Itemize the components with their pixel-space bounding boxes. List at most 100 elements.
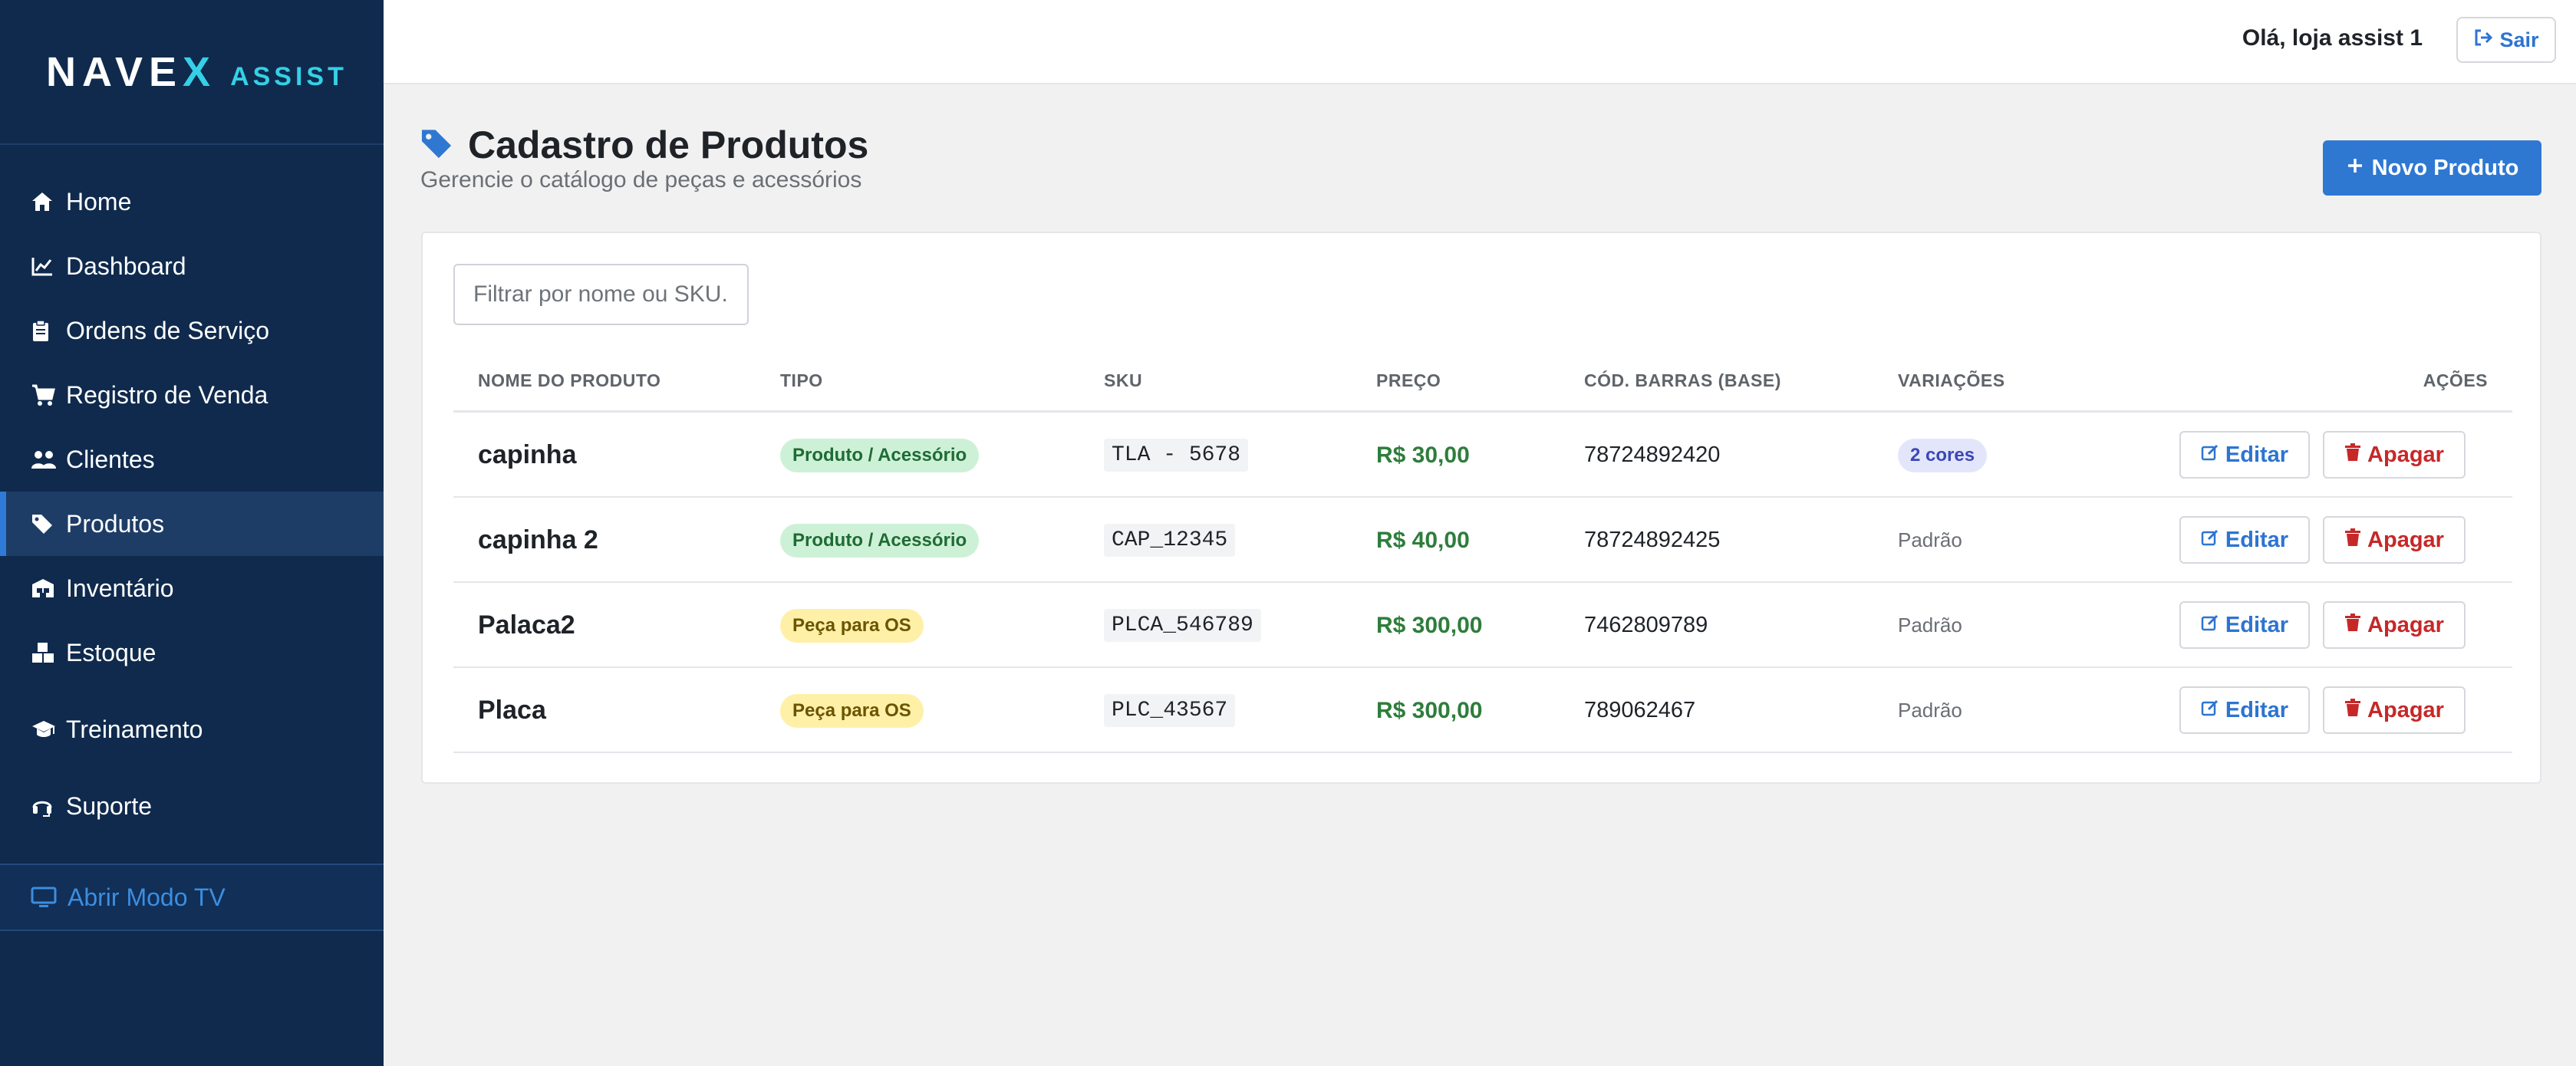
table-row: capinha 2 Produto / Acessório CAP_12345 … [453,498,2512,583]
table-row: Palaca2 Peça para OS PLCA_546789 R$ 300,… [453,583,2512,668]
product-name: Placa [478,696,546,725]
delete-button[interactable]: Apagar [2323,601,2466,649]
delete-button[interactable]: Apagar [2323,516,2466,564]
sidebar-item-ordens[interactable]: Ordens de Serviço [0,298,384,363]
table-row: capinha Produto / Acessório TLA - 5678 R… [453,413,2512,498]
edit-icon [2201,528,2219,553]
sidebar-item-estoque[interactable]: Estoque [0,620,384,685]
edit-icon [2201,613,2219,638]
sidebar-item-home[interactable]: Home [0,169,384,234]
sidebar-item-clientes[interactable]: Clientes [0,427,384,492]
sign-out-icon [2473,28,2493,52]
tag-icon [31,512,66,535]
sidebar-item-label: Produtos [66,509,165,538]
tag-icon [420,127,453,164]
sidebar-item-label: Estoque [66,638,156,666]
delete-label: Apagar [2367,527,2444,552]
sku-code: TLA - 5678 [1104,439,1249,472]
edit-icon [2201,443,2219,468]
sidebar: NAVEX ASSIST Home Dashboard Ordens de Se… [0,0,384,1066]
brand-name: NAVEX [46,48,217,95]
topbar: Olá, loja assist 1 Sair [384,0,2576,84]
barcode-value: 7462809789 [1584,613,1708,637]
users-icon [31,449,66,470]
sku-code: PLCA_546789 [1104,609,1261,642]
delete-label: Apagar [2367,442,2444,467]
column-header-name[interactable]: NOME DO PRODUTO [478,348,660,413]
sidebar-item-suporte[interactable]: Suporte [0,774,384,838]
sidebar-item-label: Ordens de Serviço [66,316,270,344]
delete-button[interactable]: Apagar [2323,686,2466,734]
logout-button[interactable]: Sair [2456,17,2556,63]
column-header-variations[interactable]: VARIAÇÕES [1898,348,2005,413]
sidebar-item-label: Home [66,187,132,216]
products-card: NOME DO PRODUTO TIPO SKU PREÇO CÓD. BARR… [421,232,2541,784]
sidebar-item-vendas[interactable]: Registro de Venda [0,363,384,427]
edit-label: Editar [2225,527,2289,552]
edit-icon [2201,698,2219,723]
trash-icon [2344,443,2361,468]
delete-label: Apagar [2367,697,2444,722]
new-product-label: Novo Produto [2371,155,2519,180]
sidebar-item-treinamento[interactable]: Treinamento [0,697,384,762]
table-header: NOME DO PRODUTO TIPO SKU PREÇO CÓD. BARR… [453,348,2512,413]
sidebar-item-inventario[interactable]: Inventário [0,556,384,620]
sidebar-item-label: Suporte [66,791,153,820]
edit-button[interactable]: Editar [2179,516,2310,564]
sidebar-item-label: Treinamento [66,715,203,743]
barcode-value: 789062467 [1584,698,1696,722]
edit-label: Editar [2225,612,2289,637]
type-badge: Produto / Acessório [780,438,980,472]
type-badge: Peça para OS [780,693,924,728]
cart-icon [31,383,66,406]
filter-input[interactable] [453,264,749,325]
variations-badge[interactable]: 2 cores [1898,438,1988,472]
sidebar-item-label: Registro de Venda [66,380,268,409]
trash-icon [2344,528,2361,553]
new-product-button[interactable]: Novo Produto [2323,140,2541,196]
variations-text: Padrão [1898,528,1962,551]
warehouse-icon [31,577,66,599]
sidebar-item-label: Dashboard [66,252,186,280]
column-header-sku[interactable]: SKU [1104,348,1142,413]
variations-text: Padrão [1898,614,1962,637]
trash-icon [2344,613,2361,638]
user-greeting: Olá, loja assist 1 [2242,25,2423,51]
sku-code: PLC_43567 [1104,694,1236,727]
edit-label: Editar [2225,697,2289,722]
price-value: R$ 300,00 [1376,697,1483,723]
app-root: NAVEX ASSIST Home Dashboard Ordens de Se… [0,0,2576,1066]
column-header-price[interactable]: PREÇO [1376,348,1441,413]
sidebar-item-label: Clientes [66,445,155,473]
tv-mode-label: Abrir Modo TV [68,883,226,911]
chart-line-icon [31,255,66,277]
edit-button[interactable]: Editar [2179,686,2310,734]
column-header-actions: AÇÕES [2423,370,2488,390]
price-value: R$ 30,00 [1376,442,1470,468]
type-badge: Produto / Acessório [780,523,980,558]
graduation-cap-icon [31,719,66,740]
product-name: capinha 2 [478,525,598,554]
edit-button[interactable]: Editar [2179,601,2310,649]
edit-button[interactable]: Editar [2179,431,2310,479]
column-header-barcode[interactable]: CÓD. BARRAS (BASE) [1584,348,1781,413]
column-header-type[interactable]: TIPO [780,348,823,413]
brand-logo[interactable]: NAVEX ASSIST [0,0,384,145]
open-tv-mode-button[interactable]: Abrir Modo TV [0,864,384,931]
clipboard-icon [31,319,66,342]
sidebar-item-dashboard[interactable]: Dashboard [0,234,384,298]
plus-icon [2346,156,2364,181]
price-value: R$ 300,00 [1376,612,1483,638]
delete-button[interactable]: Apagar [2323,431,2466,479]
sku-code: CAP_12345 [1104,524,1236,557]
brand-sub: ASSIST [230,62,348,91]
table-row: Placa Peça para OS PLC_43567 R$ 300,00 7… [453,668,2512,753]
type-badge: Peça para OS [780,608,924,643]
product-name: Palaca2 [478,610,575,640]
home-icon [31,191,66,212]
barcode-value: 78724892425 [1584,528,1721,552]
product-name: capinha [478,440,577,469]
logout-label: Sair [2499,28,2539,51]
headset-icon [31,795,66,818]
sidebar-item-produtos[interactable]: Produtos [0,492,384,556]
